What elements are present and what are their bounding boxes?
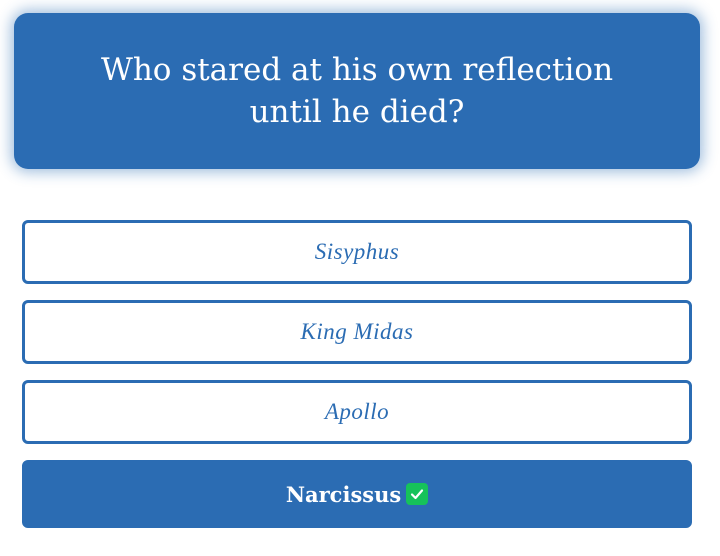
answer-option-apollo[interactable]: Apollo [22,380,692,444]
answer-option-narcissus-correct[interactable]: Narcissus [22,460,692,528]
answer-label: Sisyphus [314,239,400,264]
answer-option-king-midas[interactable]: King Midas [22,300,692,364]
question-card: Who stared at his own reflection until h… [14,13,700,169]
answer-label: Narcissus [285,481,402,507]
answer-label: King Midas [300,319,414,344]
question-text: Who stared at his own reflection until h… [100,52,614,130]
answer-option-sisyphus[interactable]: Sisyphus [22,220,692,284]
check-mark-icon [406,483,429,505]
answer-label: Apollo [324,399,390,424]
